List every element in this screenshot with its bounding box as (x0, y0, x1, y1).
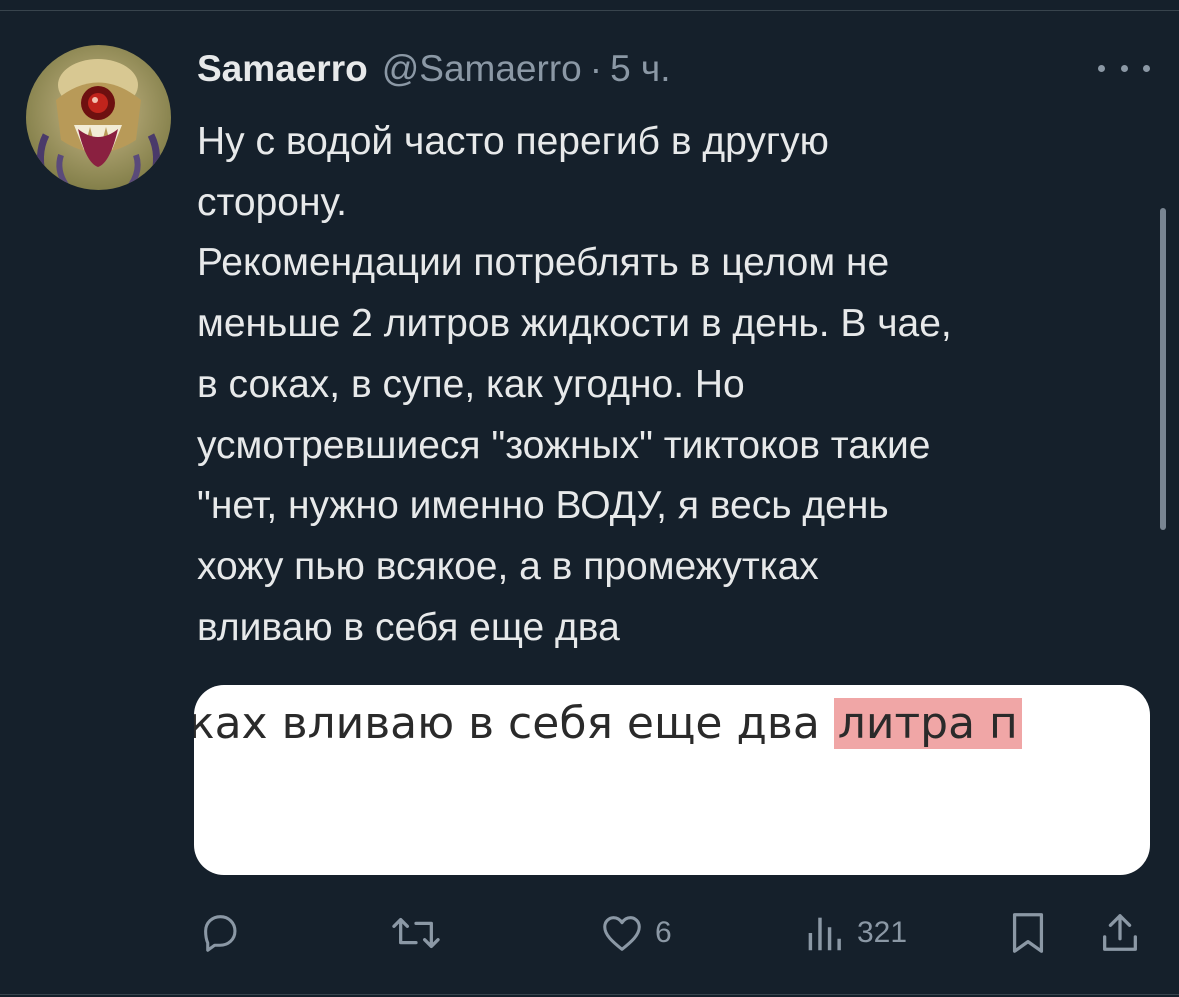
media-text-plain: ках вливаю в себя еще два (194, 698, 820, 749)
bookmark-icon (1012, 913, 1044, 953)
retweet-icon (392, 917, 440, 949)
heart-icon (603, 916, 641, 951)
like-button[interactable]: 6 (599, 905, 672, 961)
more-options-icon[interactable] (1098, 58, 1150, 78)
tweet-text-line: Рекомендации потреблять в целом не (197, 241, 890, 285)
reply-icon (204, 915, 237, 952)
tweet-header: Samaerro @Samaerro · 5 ч. (197, 48, 670, 98)
media-text: ках вливаю в себя еще два литра п (194, 691, 1022, 757)
tweet-text-line: хожу пью всякое, а в промежутках (197, 544, 819, 588)
tweet-text-line: сторону. (197, 180, 347, 224)
views-button[interactable]: 321 (801, 905, 907, 961)
bookmark-button[interactable] (1008, 905, 1048, 961)
tweet-text-line: "нет, нужно именно ВОДУ, я весь день (197, 484, 889, 528)
author-handle[interactable]: @Samaerro (382, 48, 582, 90)
tweet-text: Ну с водой часто перегиб в другую сторон… (197, 112, 1147, 658)
tweet-text-line: усмотревшиеся "зожных" тиктоков такие (197, 423, 931, 467)
avatar-image (26, 45, 171, 190)
top-divider (0, 10, 1179, 11)
media-text-highlight: литра п (833, 698, 1022, 749)
tweet-text-line: меньше 2 литров жидкости в день. В чае, (197, 302, 952, 346)
reply-button[interactable] (197, 905, 243, 961)
separator-dot: · (589, 48, 603, 89)
views-count: 321 (857, 916, 908, 949)
share-button[interactable] (1097, 905, 1143, 961)
tweet-time[interactable]: 5 ч. (610, 48, 670, 90)
tweet-text-line: вливаю в себя еще два (197, 605, 620, 649)
tweet-text-line: в соках, в супе, как угодно. Но (197, 362, 745, 406)
author-name[interactable]: Samaerro (197, 48, 368, 90)
retweet-button[interactable] (389, 905, 443, 961)
views-icon (808, 917, 841, 951)
bottom-divider (0, 994, 1179, 995)
share-icon (1103, 914, 1137, 951)
action-bar: 6 321 (0, 905, 1179, 965)
media-image[interactable]: ках вливаю в себя еще два литра п (194, 685, 1150, 875)
scrollbar[interactable] (1160, 208, 1166, 530)
avatar[interactable] (26, 45, 171, 190)
like-count: 6 (655, 916, 672, 949)
tweet-text-line: Ну с водой часто перегиб в другую (197, 120, 829, 163)
